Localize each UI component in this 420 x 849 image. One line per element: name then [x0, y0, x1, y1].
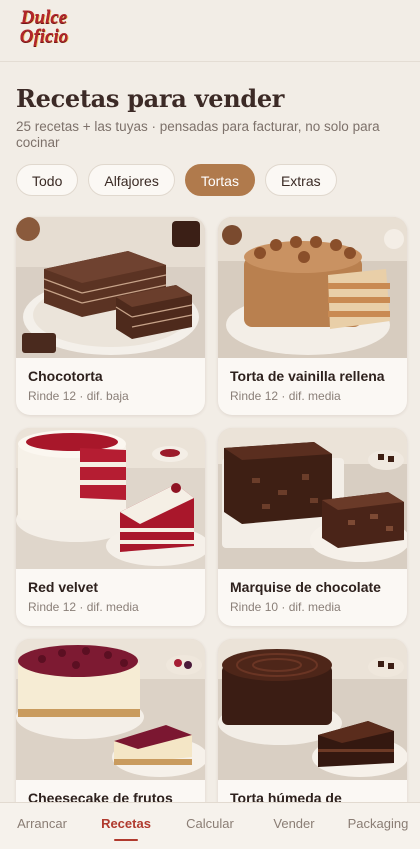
top-bar: Dulce Oficio [0, 0, 420, 62]
recipe-title: Marquise de chocolate [230, 579, 381, 595]
page-title: Recetas para vender [16, 84, 285, 113]
nav-item-recetas[interactable]: Recetas [84, 803, 168, 849]
recipe-meta: Rinde 10 · dif. media [230, 600, 341, 614]
recipe-grid: Chocotorta Rinde 12 · dif. baja Torta de… [16, 217, 407, 837]
recipe-title: Red velvet [28, 579, 99, 595]
nav-label: Calcular [186, 816, 234, 831]
recipe-title: Torta de vainilla rellena [230, 368, 385, 384]
bottom-navigation: Arrancar Recetas Calcular Vender Packagi… [0, 802, 420, 849]
active-tab-indicator [114, 839, 138, 841]
marquise-photo [218, 428, 407, 569]
recipe-meta: Rinde 12 · dif. baja [28, 389, 129, 403]
category-filter-chips: Todo Alfajores Tortas Extras [16, 164, 337, 196]
nav-item-packaging[interactable]: Packaging [336, 803, 420, 849]
red-velvet-photo [16, 428, 205, 569]
recipe-card-red-velvet[interactable]: Red velvet Rinde 12 · dif. media [16, 428, 205, 626]
filter-chip-alfajores[interactable]: Alfajores [88, 164, 175, 196]
logo-line-1: Dulce [20, 7, 68, 28]
recipe-meta: Rinde 12 · dif. media [28, 600, 139, 614]
recipe-title: Chocotorta [28, 368, 103, 384]
torta-vainilla-photo [218, 217, 407, 358]
nav-item-calcular[interactable]: Calcular [168, 803, 252, 849]
chocotorta-photo [16, 217, 205, 358]
torta-humeda-photo [218, 639, 407, 780]
recipe-meta: Rinde 12 · dif. media [230, 389, 341, 403]
cheesecake-photo [16, 639, 205, 780]
filter-chip-tortas[interactable]: Tortas [184, 164, 255, 196]
logo-line-2: Oficio [19, 26, 69, 47]
nav-label: Recetas [101, 816, 151, 831]
recipe-card-marquise[interactable]: Marquise de chocolate Rinde 10 · dif. me… [218, 428, 407, 626]
recipe-card-torta-vainilla[interactable]: Torta de vainilla rellena Rinde 12 · dif… [218, 217, 407, 415]
brand-logo[interactable]: Dulce Oficio [16, 8, 72, 52]
nav-item-arrancar[interactable]: Arrancar [0, 803, 84, 849]
filter-chip-todo[interactable]: Todo [16, 164, 79, 196]
nav-label: Vender [273, 816, 315, 831]
page-subtitle: 25 recetas + las tuyas · pensadas para f… [16, 119, 380, 150]
nav-item-vender[interactable]: Vender [252, 803, 336, 849]
filter-chip-extras[interactable]: Extras [264, 164, 337, 196]
nav-label: Arrancar [17, 816, 67, 831]
page-header: Recetas para vender 25 recetas + las tuy… [16, 84, 406, 151]
nav-label: Packaging [347, 816, 409, 831]
recipe-card-chocotorta[interactable]: Chocotorta Rinde 12 · dif. baja [16, 217, 205, 415]
